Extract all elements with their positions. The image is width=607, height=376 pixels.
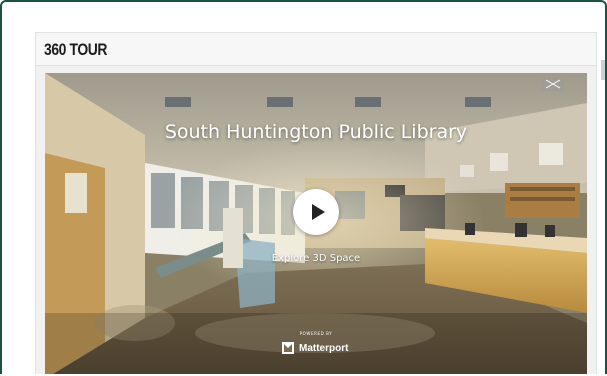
section-header: 360 TOUR bbox=[36, 33, 596, 66]
scrollbar-edge bbox=[601, 60, 605, 80]
play-icon bbox=[312, 204, 325, 220]
page-frame: 360 TOUR South Huntington Public Library… bbox=[0, 0, 607, 374]
section-title: 360 TOUR bbox=[44, 40, 108, 59]
matterport-brand-link[interactable]: Matterport bbox=[281, 341, 348, 355]
tour-panel: 360 TOUR South Huntington Public Library… bbox=[35, 32, 597, 374]
brand-name: Matterport bbox=[299, 342, 349, 354]
matterport-viewer[interactable]: South Huntington Public Library Explore … bbox=[45, 73, 587, 374]
powered-by-label: POWERED BY bbox=[299, 331, 333, 336]
viewer-title: South Huntington Public Library bbox=[164, 121, 468, 143]
play-button[interactable] bbox=[293, 189, 339, 235]
matterport-logo-icon bbox=[282, 342, 294, 354]
explore-label: Explore 3D Space bbox=[271, 253, 361, 264]
expand-icon[interactable] bbox=[542, 77, 564, 91]
